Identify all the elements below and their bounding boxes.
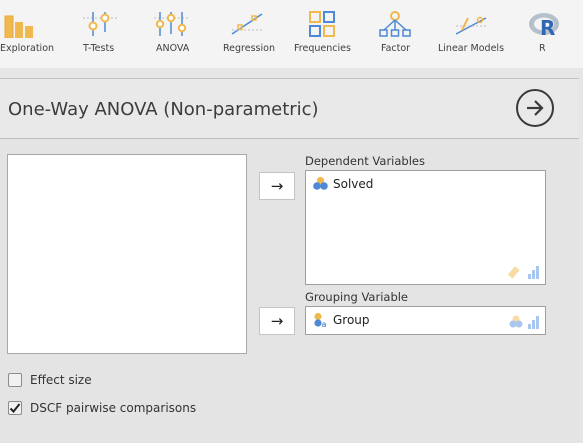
- toolbar-exploration-button[interactable]: Exploration: [0, 0, 55, 68]
- move-to-grouping-button[interactable]: →: [259, 307, 295, 335]
- effect-size-checkbox[interactable]: [8, 373, 22, 387]
- toolbar-linear-models-label: Linear Models: [438, 43, 505, 54]
- regression-icon: [231, 13, 263, 35]
- exploration-icon: [4, 15, 33, 38]
- variable-item[interactable]: Solved: [312, 176, 373, 191]
- toolbar-linear-models-button[interactable]: Linear Models: [436, 0, 506, 68]
- dscf-label: DSCF pairwise comparisons: [30, 401, 197, 415]
- arrow-right-icon: [527, 100, 544, 116]
- nominal-variable-icon: a: [314, 312, 327, 328]
- grouping-variable-box[interactable]: a Group: [305, 306, 546, 335]
- checkmark-icon: [9, 403, 21, 413]
- variable-name: Group: [333, 313, 370, 327]
- panel-title: One-Way ANOVA (Non-parametric): [8, 99, 319, 120]
- svg-text:a: a: [322, 320, 327, 328]
- effect-size-label: Effect size: [30, 373, 92, 387]
- linear-models-icon: [455, 16, 487, 35]
- toolbar-ttests-label: T-Tests: [83, 43, 115, 54]
- toolbar-exploration-label: Exploration: [0, 43, 55, 54]
- dscf-option[interactable]: DSCF pairwise comparisons: [8, 401, 196, 415]
- toolbar-regression-label: Regression: [223, 43, 275, 54]
- frequencies-icon: [309, 11, 335, 37]
- dependent-variables-label: Dependent Variables: [305, 154, 425, 168]
- effect-size-option[interactable]: Effect size: [8, 373, 92, 387]
- toolbar-factor-label: Factor: [381, 43, 411, 54]
- toolbar-r-label: R: [539, 43, 546, 54]
- toolbar-regression-button[interactable]: Regression: [220, 0, 276, 68]
- panel-header: One-Way ANOVA (Non-parametric): [0, 79, 579, 139]
- toolbar-anova-label: ANOVA: [156, 43, 190, 54]
- move-arrow-icon: →: [270, 312, 284, 330]
- r-icon: R: [529, 13, 559, 38]
- variable-type-hint-icon: [509, 315, 539, 329]
- move-arrow-icon: →: [270, 177, 284, 195]
- grouping-variable-label: Grouping Variable: [305, 290, 409, 304]
- svg-text:R: R: [540, 16, 555, 38]
- move-to-dependent-button[interactable]: →: [259, 172, 295, 200]
- ttests-icon: [83, 12, 117, 36]
- anova-icon: [154, 12, 188, 36]
- toolbar-factor-button[interactable]: Factor: [377, 0, 413, 68]
- toolbar-frequencies-label: Frequencies: [294, 43, 351, 54]
- dependent-variables-box[interactable]: Solved: [305, 170, 546, 285]
- toolbar-frequencies-button[interactable]: Frequencies: [292, 0, 354, 68]
- dscf-checkbox[interactable]: [8, 401, 22, 415]
- variable-type-hint-icon: [508, 266, 539, 279]
- variable-item[interactable]: a Group: [312, 312, 370, 328]
- go-forward-button[interactable]: [516, 89, 554, 127]
- toolbar-ttests-button[interactable]: T-Tests: [80, 0, 120, 68]
- available-variables-list[interactable]: [7, 154, 247, 354]
- factor-icon: [379, 11, 411, 37]
- toolbar-anova-button[interactable]: ANOVA: [152, 0, 192, 68]
- analysis-toolbar: Exploration T-Tests ANOVA Regression Fre…: [0, 0, 583, 68]
- toolbar-r-button[interactable]: R R: [527, 0, 559, 68]
- variable-name: Solved: [333, 176, 374, 191]
- continuous-variable-icon: [313, 176, 328, 190]
